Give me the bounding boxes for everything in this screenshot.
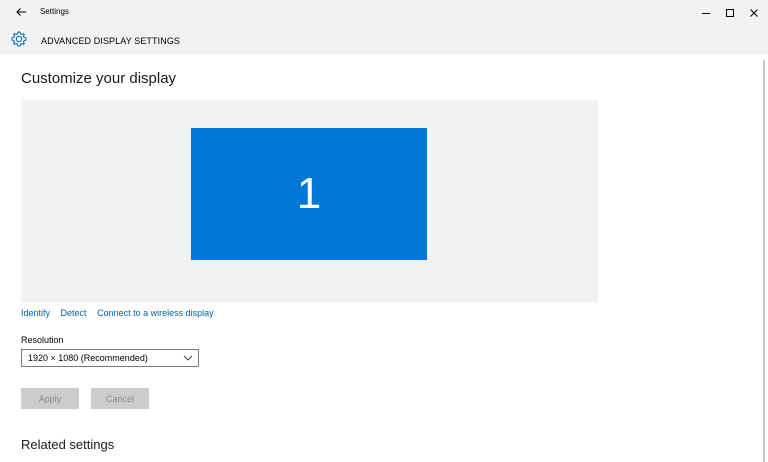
identify-link[interactable]: Identify	[21, 308, 50, 318]
minimize-icon	[702, 13, 710, 14]
page-header-title: ADVANCED DISPLAY SETTINGS	[41, 36, 181, 46]
vertical-scrollbar[interactable]	[763, 60, 765, 462]
window-title: Settings	[40, 7, 69, 16]
maximize-icon	[726, 9, 734, 17]
settings-window: Settings ADVANCED DISPLAY SETTINGS Custo…	[0, 0, 768, 462]
related-settings-heading: Related settings	[21, 437, 115, 452]
apply-button[interactable]: Apply	[21, 388, 79, 409]
resolution-label: Resolution	[21, 335, 64, 345]
close-button[interactable]	[740, 0, 768, 26]
display-links: Identify Detect Connect to a wireless di…	[21, 308, 222, 318]
gear-icon	[11, 31, 27, 47]
page-title: Customize your display	[21, 70, 177, 87]
display-arrangement-area: 1	[21, 100, 598, 302]
monitor-tile-1[interactable]: 1	[191, 128, 427, 260]
close-icon	[750, 9, 758, 17]
connect-wireless-display-link[interactable]: Connect to a wireless display	[97, 308, 214, 318]
cancel-button[interactable]: Cancel	[91, 388, 149, 409]
page-header: ADVANCED DISPLAY SETTINGS	[0, 26, 768, 54]
back-arrow-icon[interactable]	[14, 5, 28, 19]
detect-link[interactable]: Detect	[61, 308, 87, 318]
chevron-down-icon	[183, 355, 193, 361]
title-bar: Settings	[0, 0, 768, 26]
resolution-selected-value: 1920 × 1080 (Recommended)	[28, 353, 148, 363]
monitor-number: 1	[296, 169, 322, 218]
resolution-dropdown[interactable]: 1920 × 1080 (Recommended)	[21, 349, 199, 367]
